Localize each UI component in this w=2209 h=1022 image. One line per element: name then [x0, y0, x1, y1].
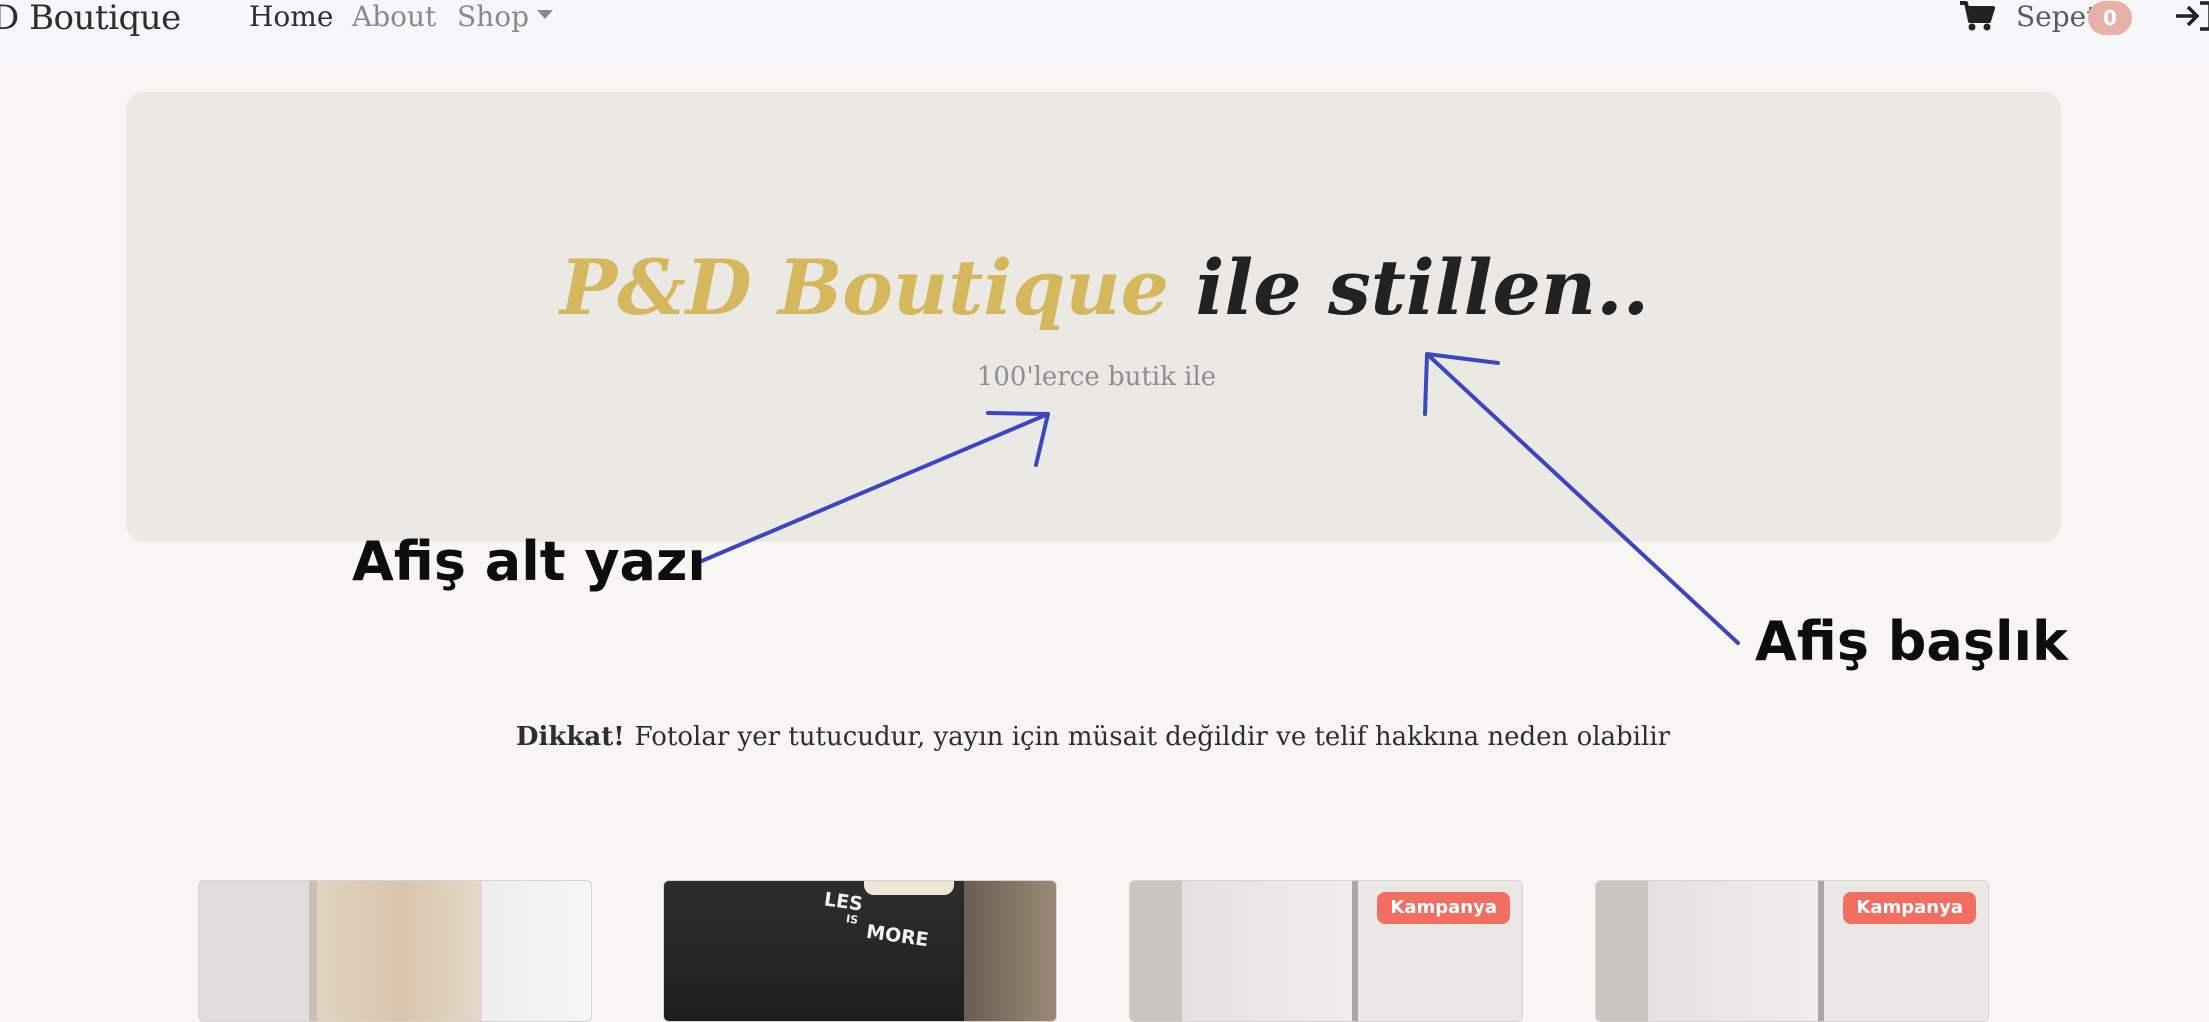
- nav-shop-dropdown[interactable]: Shop: [457, 0, 553, 33]
- product-card[interactable]: LES IS MORE: [663, 880, 1057, 1022]
- product-card[interactable]: Kampanya: [1595, 880, 1989, 1022]
- cart-count-badge: 0: [2088, 1, 2132, 35]
- product-image-bg: [964, 881, 1056, 1021]
- product-image: [1130, 881, 1182, 1021]
- notice-text: Fotolar yer tutucudur, yayın için müsait…: [634, 722, 1671, 752]
- navbar: D Boutique Home About Shop Sepet 0: [0, 0, 2209, 66]
- shirt-print-2: IS: [845, 912, 859, 927]
- placeholder-notice: Dikkat! Fotolar yer tutucudur, yayın için…: [0, 722, 2186, 752]
- product-image-wall: [1182, 881, 1352, 1021]
- product-image-wall: [1648, 881, 1818, 1021]
- notice-strong: Dikkat!: [515, 722, 625, 752]
- product-card[interactable]: Kampanya: [1129, 880, 1523, 1022]
- annotation-subtitle-label: Afiş alt yazı: [352, 530, 706, 593]
- product-image-detail: [309, 881, 317, 1021]
- product-image-wall: [482, 881, 591, 1021]
- nav-shop-label: Shop: [457, 0, 529, 33]
- hero-subtitle: 100'lerce butik ile: [976, 362, 1217, 392]
- annotation-title-label: Afiş başlık: [1755, 610, 2068, 673]
- nav-about[interactable]: About: [352, 0, 436, 33]
- product-image: [199, 881, 309, 1021]
- brand-logo[interactable]: D Boutique: [0, 0, 181, 38]
- product-image: [1596, 881, 1648, 1021]
- login-icon[interactable]: [2174, 0, 2209, 32]
- hero-title-rest: ile stillen..: [1195, 243, 1650, 332]
- product-image-curtain: [317, 881, 482, 1021]
- hero-title-brand: P&D Boutique: [559, 243, 1169, 332]
- nav-home[interactable]: Home: [249, 0, 333, 33]
- campaign-badge: Kampanya: [1843, 892, 1976, 924]
- product-card[interactable]: [198, 880, 592, 1022]
- chevron-down-icon: [537, 10, 553, 19]
- cart-icon[interactable]: [1958, 0, 1996, 32]
- cart-label[interactable]: Sepet: [2016, 0, 2098, 33]
- hero-title: P&D Boutique ile stillen..: [0, 246, 2209, 330]
- campaign-badge: Kampanya: [1377, 892, 1510, 924]
- product-image-necklace: [864, 881, 954, 895]
- product-image: [664, 881, 964, 1021]
